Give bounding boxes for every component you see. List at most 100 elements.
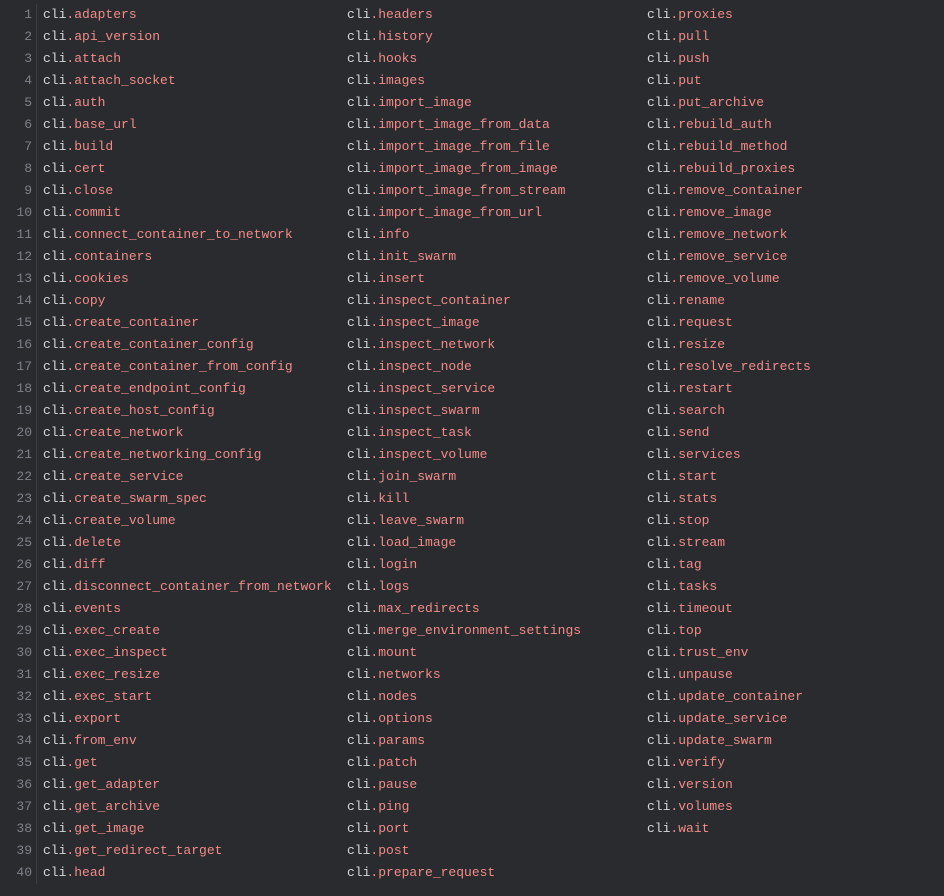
- code-token: cli.remove_service: [647, 246, 897, 268]
- object-name: cli: [43, 601, 66, 616]
- code-token: cli.create_container_from_config: [43, 356, 347, 378]
- line-number: 2: [0, 26, 32, 48]
- code-token: cli.leave_swarm: [347, 510, 647, 532]
- code-token: cli.stats: [647, 488, 897, 510]
- code-token: cli.rebuild_method: [647, 136, 897, 158]
- line-number: 10: [0, 202, 32, 224]
- code-token: cli.proxies: [647, 4, 897, 26]
- attribute-name: get_archive: [74, 799, 160, 814]
- attribute-name: max_redirects: [378, 601, 479, 616]
- code-token: cli.import_image_from_stream: [347, 180, 647, 202]
- attribute-name: post: [378, 843, 409, 858]
- attribute-name: import_image_from_stream: [378, 183, 565, 198]
- code-token: cli.trust_env: [647, 642, 897, 664]
- object-name: cli: [347, 535, 370, 550]
- attribute-name: create_endpoint_config: [74, 381, 246, 396]
- attribute-name: inspect_image: [378, 315, 479, 330]
- object-name: cli: [347, 227, 370, 242]
- line-number: 32: [0, 686, 32, 708]
- code-token: cli.cert: [43, 158, 347, 180]
- code-token: cli.exec_create: [43, 620, 347, 642]
- code-token: cli.diff: [43, 554, 347, 576]
- object-name: cli: [347, 359, 370, 374]
- line-number: 34: [0, 730, 32, 752]
- code-token: cli.get: [43, 752, 347, 774]
- line-number: 18: [0, 378, 32, 400]
- object-name: cli: [647, 139, 670, 154]
- object-name: cli: [647, 161, 670, 176]
- attribute-name: inspect_network: [378, 337, 495, 352]
- attribute-name: volumes: [678, 799, 733, 814]
- code-token: cli.cookies: [43, 268, 347, 290]
- attribute-name: tag: [678, 557, 701, 572]
- attribute-name: insert: [378, 271, 425, 286]
- code-token: cli.import_image_from_file: [347, 136, 647, 158]
- attribute-name: import_image_from_url: [378, 205, 542, 220]
- object-name: cli: [647, 227, 670, 242]
- line-number: 37: [0, 796, 32, 818]
- attribute-name: restart: [678, 381, 733, 396]
- code-token: [647, 840, 897, 862]
- object-name: cli: [347, 73, 370, 88]
- object-name: cli: [647, 359, 670, 374]
- object-name: cli: [647, 733, 670, 748]
- object-name: cli: [43, 139, 66, 154]
- code-token: cli.rebuild_auth: [647, 114, 897, 136]
- code-token: cli.tasks: [647, 576, 897, 598]
- code-token: cli.get_archive: [43, 796, 347, 818]
- object-name: cli: [43, 491, 66, 506]
- code-token: cli.disconnect_container_from_network: [43, 576, 347, 598]
- attribute-name: resize: [678, 337, 725, 352]
- code-token: cli.exec_start: [43, 686, 347, 708]
- attribute-name: version: [678, 777, 733, 792]
- object-name: cli: [647, 293, 670, 308]
- line-number: 26: [0, 554, 32, 576]
- code-token: cli.create_volume: [43, 510, 347, 532]
- object-name: cli: [347, 667, 370, 682]
- code-token: cli.get_redirect_target: [43, 840, 347, 862]
- code-token: cli.restart: [647, 378, 897, 400]
- code-token: cli.info: [347, 224, 647, 246]
- attribute-name: logs: [378, 579, 409, 594]
- code-token: cli.pull: [647, 26, 897, 48]
- code-token: cli.create_service: [43, 466, 347, 488]
- code-token: cli.get_adapter: [43, 774, 347, 796]
- object-name: cli: [43, 95, 66, 110]
- line-number: 33: [0, 708, 32, 730]
- object-name: cli: [347, 491, 370, 506]
- attribute-name: create_networking_config: [74, 447, 261, 462]
- code-token: cli.attach_socket: [43, 70, 347, 92]
- object-name: cli: [347, 183, 370, 198]
- object-name: cli: [647, 205, 670, 220]
- attribute-name: remove_image: [678, 205, 772, 220]
- attribute-name: exec_create: [74, 623, 160, 638]
- line-number: 12: [0, 246, 32, 268]
- code-editor[interactable]: 1234567891011121314151617181920212223242…: [0, 0, 944, 884]
- code-token: cli.login: [347, 554, 647, 576]
- attribute-name: build: [74, 139, 113, 154]
- object-name: cli: [647, 557, 670, 572]
- code-token: cli.inspect_network: [347, 334, 647, 356]
- attribute-name: remove_service: [678, 249, 787, 264]
- object-name: cli: [43, 51, 66, 66]
- code-content[interactable]: cli.adapterscli.api_versioncli.attachcli…: [37, 4, 897, 884]
- code-token: cli.history: [347, 26, 647, 48]
- code-token: cli.load_image: [347, 532, 647, 554]
- code-token: cli.import_image_from_image: [347, 158, 647, 180]
- object-name: cli: [647, 29, 670, 44]
- object-name: cli: [43, 579, 66, 594]
- object-name: cli: [43, 469, 66, 484]
- object-name: cli: [347, 403, 370, 418]
- code-token: cli.inspect_container: [347, 290, 647, 312]
- code-token: cli.patch: [347, 752, 647, 774]
- code-token: cli.start: [647, 466, 897, 488]
- object-name: cli: [647, 337, 670, 352]
- attribute-name: send: [678, 425, 709, 440]
- attribute-name: stop: [678, 513, 709, 528]
- code-token: cli.options: [347, 708, 647, 730]
- attribute-name: wait: [678, 821, 709, 836]
- object-name: cli: [347, 315, 370, 330]
- code-token: [647, 862, 897, 884]
- attribute-name: exec_resize: [74, 667, 160, 682]
- attribute-name: remove_network: [678, 227, 787, 242]
